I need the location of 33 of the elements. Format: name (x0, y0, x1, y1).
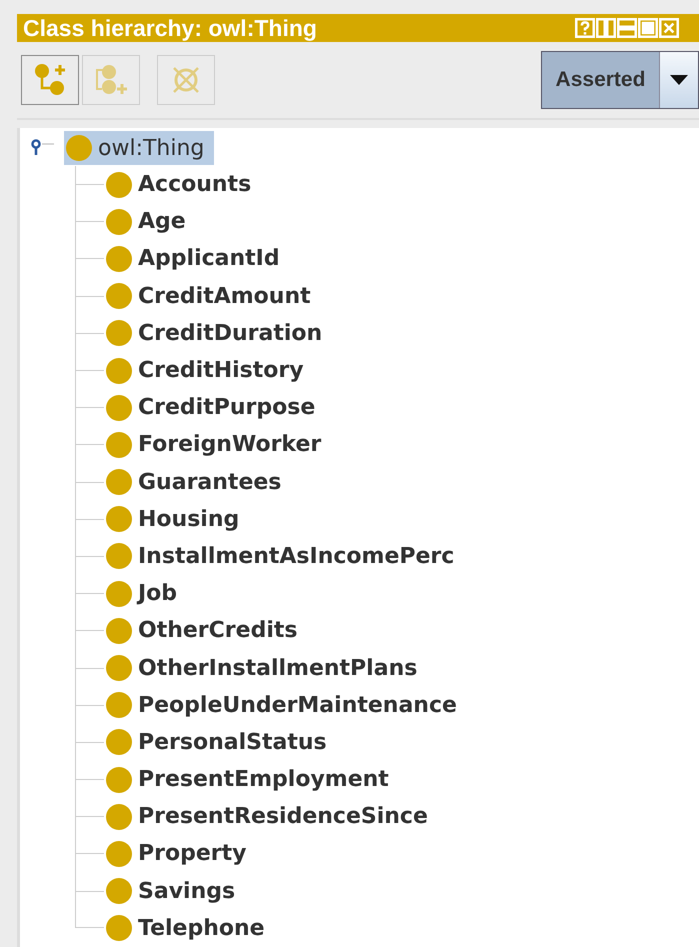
tree-item[interactable]: OtherInstallmentPlans (104, 651, 428, 686)
tree-item[interactable]: Age (104, 204, 196, 239)
tree-item[interactable]: ForeignWorker (104, 428, 332, 462)
panel-title: Class hierarchy: owl:Thing (23, 14, 318, 42)
tree-item[interactable]: CreditDuration (104, 316, 332, 350)
tree-item[interactable]: Job (104, 576, 188, 611)
tree-item[interactable]: CreditPurpose (104, 390, 326, 425)
tree-item[interactable]: InstallmentAsIncomePerc (104, 539, 464, 574)
tree-item[interactable]: PeopleUnderMaintenance (104, 688, 467, 722)
add-subclass-button[interactable] (21, 55, 79, 105)
tree-item[interactable]: Telephone (104, 911, 275, 946)
tree-item[interactable]: PresentEmployment (104, 762, 399, 797)
tree-item[interactable]: owl:Thing (64, 131, 214, 165)
close-icon[interactable] (659, 18, 679, 38)
caret-icon (670, 75, 688, 85)
minimize-icon[interactable] (617, 18, 637, 38)
view-dropdown[interactable]: Asserted (541, 51, 699, 109)
tree-item[interactable]: Guarantees (104, 465, 292, 500)
tree-item[interactable]: ApplicantId (104, 242, 290, 276)
tree-item[interactable]: PresentResidenceSince (104, 800, 438, 834)
tree-item[interactable]: Savings (104, 874, 246, 908)
maximize-icon[interactable] (638, 18, 658, 38)
tree-item[interactable]: CreditHistory (104, 354, 314, 388)
split-icon[interactable] (596, 18, 616, 38)
add-subclass-icon (32, 62, 68, 98)
tree-item[interactable]: CreditAmount (104, 279, 321, 314)
tree-item[interactable]: Housing (104, 502, 250, 536)
help-icon[interactable] (575, 18, 595, 38)
tree-item[interactable]: Property (104, 836, 256, 871)
tree-item[interactable]: Accounts (104, 168, 262, 202)
expand-handle-icon[interactable] (30, 138, 54, 158)
tree-item[interactable]: OtherCredits (104, 614, 308, 648)
tree-item[interactable]: PersonalStatus (104, 725, 337, 760)
